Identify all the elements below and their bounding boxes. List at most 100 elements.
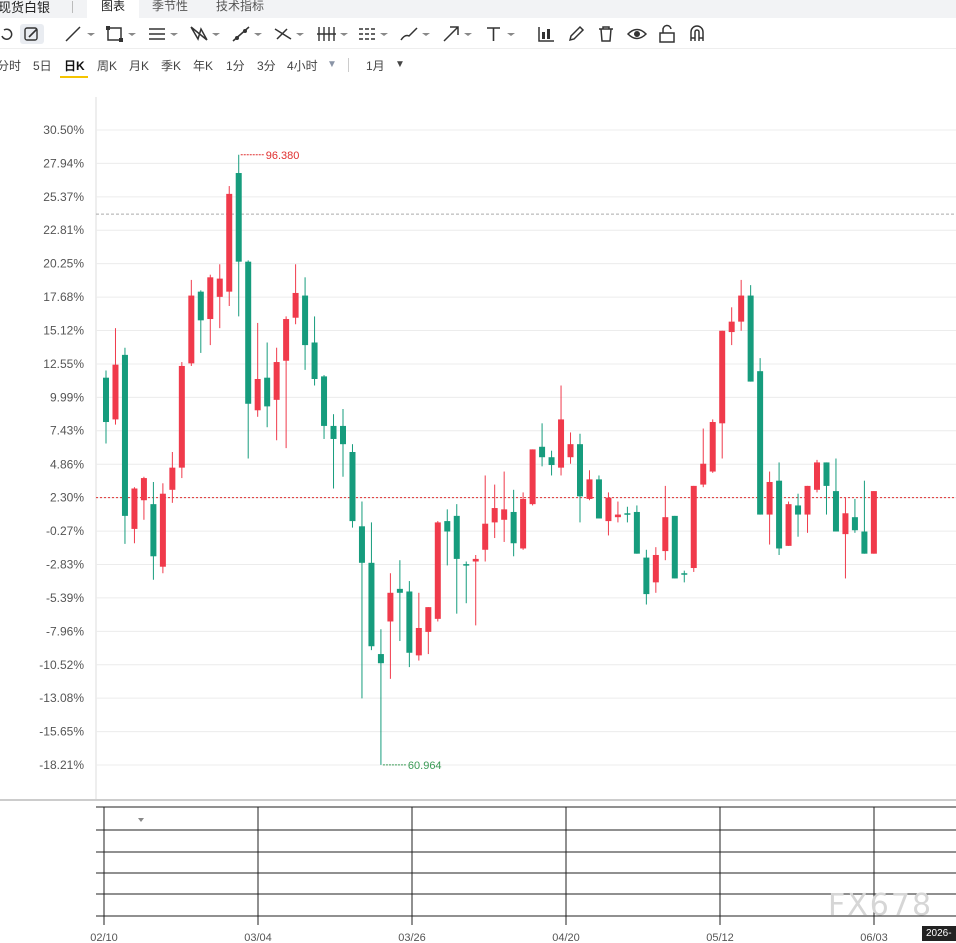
candle — [804, 485, 811, 533]
candle — [747, 285, 754, 382]
tab-indicators[interactable]: 技术指标 — [216, 0, 264, 14]
candle — [197, 290, 204, 353]
gann-tool-icon[interactable] — [315, 24, 349, 44]
candle-body — [387, 592, 394, 622]
rectangle-tool-icon[interactable] — [105, 24, 139, 44]
candle — [150, 481, 157, 580]
candle — [169, 451, 176, 503]
candle-body — [178, 365, 185, 468]
candle-body — [207, 277, 214, 320]
candle — [207, 274, 214, 346]
x-tick-label: 04/20 — [552, 932, 580, 943]
candle — [264, 342, 271, 428]
period-1min[interactable]: 1分 — [226, 57, 245, 74]
candle-body — [197, 291, 204, 321]
candle — [539, 423, 546, 467]
brush-icon[interactable] — [399, 24, 433, 44]
x-tick-label: 03/26 — [398, 932, 426, 943]
period-yearly[interactable]: 年K — [193, 57, 213, 74]
pattern-tool-icon[interactable] — [189, 24, 223, 44]
candle-body — [273, 362, 280, 400]
candle-body — [491, 508, 498, 523]
period-4hour[interactable]: 4小时 — [287, 57, 318, 74]
period-monthly[interactable]: 月K — [129, 57, 149, 74]
candle-body — [292, 292, 299, 318]
candle-body — [785, 504, 792, 546]
range-select-arrow-icon[interactable]: ▼ — [395, 59, 405, 70]
period-weekly[interactable]: 周K — [97, 57, 117, 74]
candle-body — [814, 462, 820, 490]
candle-body — [558, 419, 565, 468]
candle-body — [463, 564, 470, 566]
magnet-icon[interactable] — [687, 24, 707, 44]
candle — [842, 497, 849, 579]
candle — [140, 476, 147, 520]
trend-line-icon[interactable] — [231, 24, 265, 44]
candle — [349, 444, 356, 528]
x-tick-label: 03/04 — [244, 932, 272, 943]
candle-body — [482, 523, 489, 550]
candle-body — [529, 449, 536, 505]
candle-body — [396, 588, 403, 593]
candle — [368, 522, 375, 651]
candle-body — [103, 377, 109, 423]
trash-icon[interactable] — [596, 24, 616, 44]
tab-chart[interactable]: 图表 — [87, 0, 140, 18]
candle-body — [586, 479, 593, 499]
candle — [614, 501, 621, 523]
candle-body — [567, 444, 574, 458]
y-tick-label: 12.55% — [43, 357, 84, 371]
period-quarterly[interactable]: 季K — [161, 57, 181, 74]
eye-icon[interactable] — [626, 24, 648, 44]
period-3min[interactable]: 3分 — [257, 57, 276, 74]
y-tick-label: 27.94% — [43, 156, 84, 170]
y-tick-label: -5.39% — [46, 591, 84, 605]
candle — [273, 347, 280, 441]
y-tick-label: 22.81% — [43, 223, 84, 237]
candle-body — [434, 522, 441, 619]
y-tick-label: 17.68% — [43, 290, 84, 304]
period-more-icon[interactable]: ▼ — [327, 59, 337, 70]
line-tool-icon[interactable] — [64, 24, 98, 44]
candle — [216, 264, 223, 329]
candle — [491, 484, 498, 539]
undo-icon[interactable] — [0, 24, 14, 44]
candle-body — [226, 193, 233, 292]
candle — [776, 462, 783, 555]
y-tick-label: -0.27% — [46, 524, 84, 538]
candle-body — [804, 485, 811, 515]
candle — [131, 487, 138, 544]
unlock-icon[interactable] — [657, 24, 677, 44]
candle-body — [851, 517, 858, 531]
pencil-icon[interactable] — [566, 24, 586, 44]
drawing-toolbar — [0, 20, 956, 49]
candle — [254, 322, 261, 417]
top-bar: 现货白银 图表 季节性 技术指标 — [0, 0, 956, 18]
candle-body — [311, 342, 318, 379]
tab-seasonality[interactable]: 季节性 — [152, 0, 188, 14]
candlestick-chart[interactable]: 30.50% 27.94% 25.37% 22.81% 20.25% 17.68% 15.1… — [0, 80, 956, 943]
period-intraday[interactable]: 分时 — [0, 57, 21, 74]
crosshair-date-badge: 2026- — [922, 926, 956, 941]
sub-panel — [96, 806, 956, 925]
text-tool-icon[interactable] — [484, 24, 518, 44]
candle-body — [643, 557, 650, 595]
parallel-lines-icon[interactable] — [147, 24, 181, 44]
candle-body — [605, 497, 612, 522]
y-tick-label: 9.99% — [50, 390, 84, 404]
fibonacci-icon[interactable] — [357, 24, 391, 44]
candle — [785, 501, 792, 546]
arrow-tool-icon[interactable] — [441, 24, 475, 44]
range-select[interactable]: 1月 — [366, 57, 385, 74]
candle — [719, 330, 726, 459]
period-daily[interactable]: 日K — [64, 57, 85, 74]
period-5day[interactable]: 5日 — [33, 57, 52, 74]
cross-line-icon[interactable] — [273, 24, 307, 44]
candle-body — [870, 491, 877, 554]
candle-body — [520, 498, 527, 549]
candle — [681, 570, 688, 583]
candle — [159, 483, 166, 574]
candle — [321, 375, 328, 439]
indicator-icon[interactable] — [536, 24, 556, 44]
pen-edit-icon[interactable] — [20, 24, 44, 44]
